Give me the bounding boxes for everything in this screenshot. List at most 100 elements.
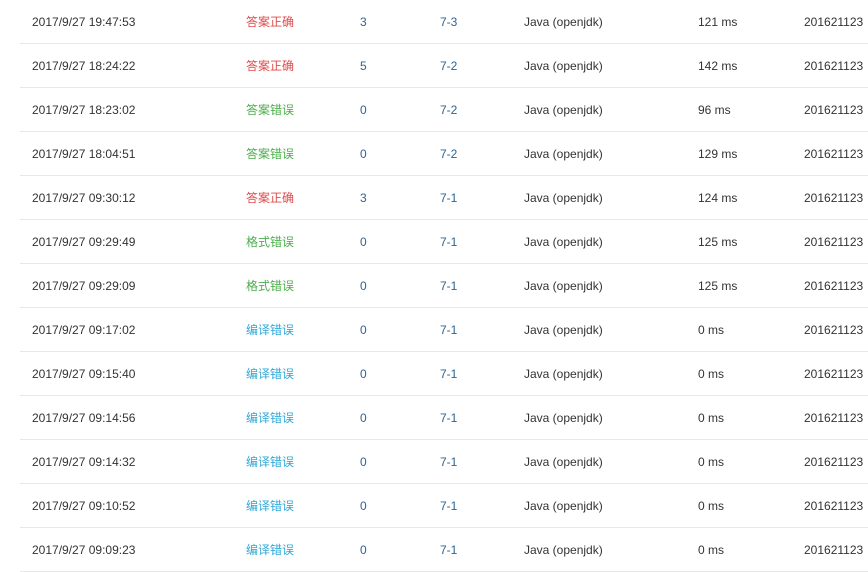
user-id: 201621123 [804, 454, 864, 469]
status-link[interactable]: 答案错误 [246, 132, 346, 175]
status-link[interactable]: 格式错误 [246, 220, 346, 263]
problem-link[interactable]: 7-1 [440, 440, 500, 483]
language: Java (openjdk) [524, 234, 603, 249]
user-id: 201621123 [804, 58, 864, 73]
score-link[interactable]: 0 [360, 440, 400, 483]
runtime: 0 ms [698, 542, 725, 557]
problem-link[interactable]: 7-1 [440, 176, 500, 219]
runtime: 124 ms [698, 190, 738, 205]
table-row: 2017/9/27 09:29:09 格式错误 0 7-1 Java (open… [20, 264, 868, 308]
language: Java (openjdk) [524, 410, 603, 425]
submit-time: 2017/9/27 19:47:53 [32, 14, 136, 29]
table-row: 2017/9/27 09:10:52 编译错误 0 7-1 Java (open… [20, 484, 868, 528]
submit-time: 2017/9/27 09:09:23 [32, 542, 136, 557]
language: Java (openjdk) [524, 102, 603, 117]
submit-time: 2017/9/27 18:23:02 [32, 102, 136, 117]
score-link[interactable]: 0 [360, 352, 400, 395]
language: Java (openjdk) [524, 14, 603, 29]
problem-link[interactable]: 7-1 [440, 484, 500, 527]
table-row: 2017/9/27 09:30:12 答案正确 3 7-1 Java (open… [20, 176, 868, 220]
language: Java (openjdk) [524, 454, 603, 469]
status-link[interactable]: 编译错误 [246, 484, 346, 527]
user-id: 201621123 [804, 498, 864, 513]
table-row: 2017/9/27 09:15:40 编译错误 0 7-1 Java (open… [20, 352, 868, 396]
language: Java (openjdk) [524, 542, 603, 557]
status-link[interactable]: 编译错误 [246, 308, 346, 351]
table-row: 2017/9/27 19:47:53 答案正确 3 7-3 Java (open… [20, 0, 868, 44]
language: Java (openjdk) [524, 322, 603, 337]
runtime: 125 ms [698, 234, 738, 249]
score-link[interactable]: 0 [360, 308, 400, 351]
problem-link[interactable]: 7-1 [440, 220, 500, 263]
problem-link[interactable]: 7-1 [440, 528, 500, 571]
runtime: 129 ms [698, 146, 738, 161]
problem-link[interactable]: 7-3 [440, 0, 500, 43]
submit-time: 2017/9/27 18:24:22 [32, 58, 136, 73]
status-link[interactable]: 编译错误 [246, 528, 346, 571]
runtime: 0 ms [698, 322, 725, 337]
table-row: 2017/9/27 09:17:02 编译错误 0 7-1 Java (open… [20, 308, 868, 352]
user-id: 201621123 [804, 322, 864, 337]
user-id: 201621123 [804, 234, 864, 249]
submit-time: 2017/9/27 09:29:49 [32, 234, 136, 249]
problem-link[interactable]: 7-2 [440, 88, 500, 131]
user-id: 201621123 [804, 278, 864, 293]
score-link[interactable]: 0 [360, 132, 400, 175]
submit-time: 2017/9/27 18:04:51 [32, 146, 136, 161]
problem-link[interactable]: 7-1 [440, 352, 500, 395]
score-link[interactable]: 3 [360, 0, 400, 43]
table-row: 2017/9/27 18:23:02 答案错误 0 7-2 Java (open… [20, 88, 868, 132]
score-link[interactable]: 3 [360, 176, 400, 219]
table-row: 2017/9/27 09:14:32 编译错误 0 7-1 Java (open… [20, 440, 868, 484]
language: Java (openjdk) [524, 498, 603, 513]
status-link[interactable]: 编译错误 [246, 352, 346, 395]
score-link[interactable]: 0 [360, 264, 400, 307]
submit-time: 2017/9/27 09:29:09 [32, 278, 136, 293]
problem-link[interactable]: 7-1 [440, 264, 500, 307]
submit-time: 2017/9/27 09:10:52 [32, 498, 136, 513]
submit-time: 2017/9/27 09:17:02 [32, 322, 136, 337]
user-id: 201621123 [804, 542, 864, 557]
status-link[interactable]: 编译错误 [246, 396, 346, 439]
score-link[interactable]: 0 [360, 220, 400, 263]
language: Java (openjdk) [524, 190, 603, 205]
status-link[interactable]: 格式错误 [246, 264, 346, 307]
table-row: 2017/9/27 09:29:49 格式错误 0 7-1 Java (open… [20, 220, 868, 264]
language: Java (openjdk) [524, 146, 603, 161]
runtime: 0 ms [698, 498, 725, 513]
score-link[interactable]: 5 [360, 44, 400, 87]
table-row: 2017/9/27 18:04:51 答案错误 0 7-2 Java (open… [20, 132, 868, 176]
status-link[interactable]: 答案错误 [246, 88, 346, 131]
problem-link[interactable]: 7-1 [440, 308, 500, 351]
status-link[interactable]: 答案正确 [246, 0, 346, 43]
score-link[interactable]: 0 [360, 484, 400, 527]
score-link[interactable]: 0 [360, 396, 400, 439]
runtime: 96 ms [698, 102, 731, 117]
submit-time: 2017/9/27 09:15:40 [32, 366, 136, 381]
runtime: 0 ms [698, 454, 725, 469]
runtime: 142 ms [698, 58, 738, 73]
user-id: 201621123 [804, 146, 864, 161]
runtime: 0 ms [698, 410, 725, 425]
table-row: 2017/9/27 18:24:22 答案正确 5 7-2 Java (open… [20, 44, 868, 88]
runtime: 121 ms [698, 14, 738, 29]
language: Java (openjdk) [524, 366, 603, 381]
runtime: 0 ms [698, 366, 725, 381]
user-id: 201621123 [804, 366, 864, 381]
status-link[interactable]: 编译错误 [246, 440, 346, 483]
user-id: 201621123 [804, 410, 864, 425]
problem-link[interactable]: 7-2 [440, 132, 500, 175]
status-link[interactable]: 答案正确 [246, 44, 346, 87]
user-id: 201621123 [804, 14, 864, 29]
runtime: 125 ms [698, 278, 738, 293]
problem-link[interactable]: 7-1 [440, 396, 500, 439]
submit-time: 2017/9/27 09:14:32 [32, 454, 136, 469]
table-row: 2017/9/27 09:14:56 编译错误 0 7-1 Java (open… [20, 396, 868, 440]
submit-time: 2017/9/27 09:30:12 [32, 190, 136, 205]
table-row: 2017/9/27 09:09:23 编译错误 0 7-1 Java (open… [20, 528, 868, 572]
status-link[interactable]: 答案正确 [246, 176, 346, 219]
user-id: 201621123 [804, 190, 864, 205]
problem-link[interactable]: 7-2 [440, 44, 500, 87]
score-link[interactable]: 0 [360, 528, 400, 571]
score-link[interactable]: 0 [360, 88, 400, 131]
